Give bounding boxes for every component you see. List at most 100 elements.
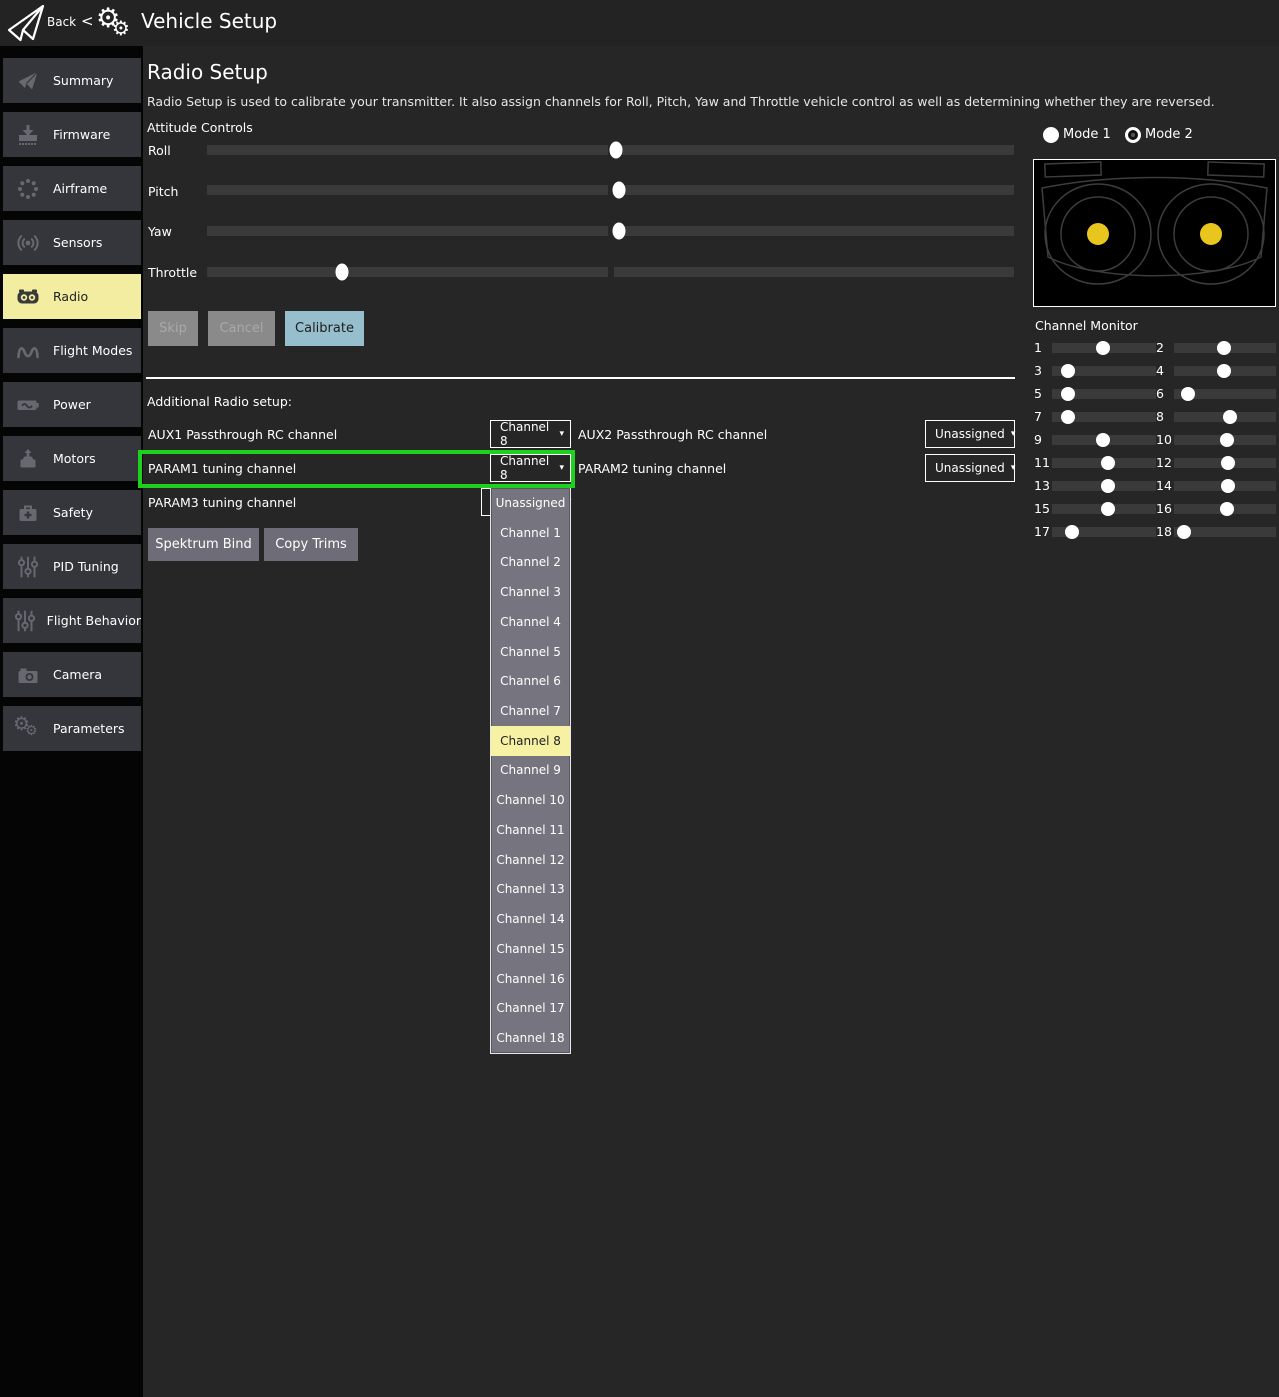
channel-monitor-row: 1 bbox=[1034, 336, 1156, 359]
aux1-channel-label: AUX1 Passthrough RC channel bbox=[148, 421, 337, 448]
channel-monitor-title: Channel Monitor bbox=[1035, 318, 1138, 333]
channel-value-dot bbox=[1220, 502, 1234, 516]
channel-value-dot bbox=[1221, 456, 1235, 470]
paper-plane-icon bbox=[11, 67, 45, 95]
spektrum-bind-button[interactable]: Spektrum Bind bbox=[148, 528, 259, 561]
mode1-label: Mode 1 bbox=[1063, 127, 1111, 142]
sidebar-item-motors[interactable]: Motors bbox=[3, 436, 141, 481]
channel-monitor-row: 10 bbox=[1156, 428, 1276, 451]
dropdown-option[interactable]: Channel 6 bbox=[491, 666, 570, 696]
attitude-controls-label: Attitude Controls bbox=[147, 120, 253, 135]
dropdown-option-selected[interactable]: Channel 8 bbox=[491, 726, 570, 756]
roll-slider[interactable] bbox=[207, 145, 1014, 155]
airframe-dots-icon bbox=[11, 175, 45, 203]
back-button[interactable]: Back bbox=[47, 15, 76, 29]
param2-channel-label: PARAM2 tuning channel bbox=[578, 455, 726, 482]
dropdown-option[interactable]: Channel 15 bbox=[491, 934, 570, 964]
calibrate-button[interactable]: Calibrate bbox=[285, 311, 364, 346]
channel-value-dot bbox=[1101, 502, 1115, 516]
dropdown-option[interactable]: Channel 16 bbox=[491, 964, 570, 994]
roll-slider-handle[interactable] bbox=[610, 142, 623, 159]
sensors-signal-icon bbox=[11, 229, 45, 257]
dropdown-option[interactable]: Unassigned bbox=[491, 488, 570, 518]
channel-value-dot bbox=[1223, 410, 1237, 424]
mode1-radio-button[interactable] bbox=[1043, 127, 1059, 143]
dropdown-option[interactable]: Channel 13 bbox=[491, 875, 570, 905]
aux1-channel-dropdown[interactable]: Channel 8 ▾ bbox=[490, 420, 571, 448]
param3-channel-label: PARAM3 tuning channel bbox=[148, 489, 296, 516]
left-stick-position-dot bbox=[1087, 223, 1109, 245]
camera-icon bbox=[11, 661, 45, 689]
throttle-slider-handle[interactable] bbox=[335, 264, 348, 281]
channel-value-dot bbox=[1101, 479, 1115, 493]
param2-channel-dropdown[interactable]: Unassigned ▾ bbox=[925, 454, 1015, 482]
sidebar-item-safety[interactable]: Safety bbox=[3, 490, 141, 535]
sidebar-item-camera[interactable]: Camera bbox=[3, 652, 141, 697]
chevron-down-icon: ▾ bbox=[559, 463, 564, 473]
channel-monitor-row: 7 bbox=[1034, 405, 1156, 428]
pitch-slider-handle[interactable] bbox=[612, 182, 625, 199]
channel-monitor-row: 16 bbox=[1156, 497, 1276, 520]
channel-value-dot bbox=[1217, 341, 1231, 355]
dropdown-option[interactable]: Channel 18 bbox=[491, 1023, 570, 1053]
channel-monitor-row: 11 bbox=[1034, 451, 1156, 474]
dropdown-option[interactable]: Channel 2 bbox=[491, 547, 570, 577]
skip-button[interactable]: Skip bbox=[148, 311, 198, 346]
channel-monitor-row: 15 bbox=[1034, 497, 1156, 520]
dropdown-option[interactable]: Channel 9 bbox=[491, 756, 570, 786]
dropdown-option[interactable]: Channel 11 bbox=[491, 815, 570, 845]
param1-channel-dropdown[interactable]: Channel 8 ▾ bbox=[490, 454, 571, 482]
sidebar-item-summary[interactable]: Summary bbox=[3, 58, 141, 103]
dropdown-option[interactable]: Channel 7 bbox=[491, 696, 570, 726]
param1-channel-label: PARAM1 tuning channel bbox=[148, 455, 296, 482]
aux2-channel-dropdown[interactable]: Unassigned ▾ bbox=[925, 420, 1015, 448]
dropdown-option[interactable]: Channel 10 bbox=[491, 785, 570, 815]
yaw-slider[interactable] bbox=[207, 226, 1014, 236]
channel-monitor-row: 5 bbox=[1034, 382, 1156, 405]
channel-value-dot bbox=[1065, 525, 1079, 539]
channel-monitor-row: 8 bbox=[1156, 405, 1276, 428]
dropdown-option[interactable]: Channel 4 bbox=[491, 607, 570, 637]
pitch-slider[interactable] bbox=[207, 185, 1014, 195]
pitch-label: Pitch bbox=[148, 184, 178, 199]
section-description: Radio Setup is used to calibrate your tr… bbox=[147, 94, 1215, 109]
chevron-down-icon: ▾ bbox=[1011, 463, 1016, 473]
copy-trims-button[interactable]: Copy Trims bbox=[264, 528, 358, 561]
dropdown-option[interactable]: Channel 12 bbox=[491, 845, 570, 875]
sliders-icon bbox=[11, 607, 39, 635]
breadcrumb-separator: < bbox=[81, 12, 94, 30]
channel-monitor-row: 6 bbox=[1156, 382, 1276, 405]
roll-label: Roll bbox=[148, 143, 171, 158]
dropdown-option[interactable]: Channel 14 bbox=[491, 904, 570, 934]
sidebar-item-flight-behavior[interactable]: Flight Behavior bbox=[3, 598, 141, 643]
section-title: Radio Setup bbox=[147, 60, 268, 84]
sidebar-item-airframe[interactable]: Airframe bbox=[3, 166, 141, 211]
first-aid-icon bbox=[11, 499, 45, 527]
sidebar-item-radio[interactable]: Radio bbox=[3, 274, 141, 319]
flight-modes-wave-icon bbox=[11, 337, 45, 365]
sidebar-item-pid-tuning[interactable]: PID Tuning bbox=[3, 544, 141, 589]
yaw-slider-handle[interactable] bbox=[613, 223, 626, 240]
dropdown-option[interactable]: Channel 3 bbox=[491, 577, 570, 607]
cancel-button[interactable]: Cancel bbox=[208, 311, 275, 346]
channel-monitor-row: 13 bbox=[1034, 474, 1156, 497]
sliders-icon bbox=[11, 553, 45, 581]
sidebar-item-sensors[interactable]: Sensors bbox=[3, 220, 141, 265]
page-title: Vehicle Setup bbox=[141, 9, 277, 33]
dropdown-option[interactable]: Channel 1 bbox=[491, 518, 570, 548]
top-bar: Back < ⚙⚙ Vehicle Setup bbox=[0, 0, 1279, 46]
sidebar-item-firmware[interactable]: Firmware bbox=[3, 112, 141, 157]
chevron-down-icon: ▾ bbox=[1011, 429, 1016, 439]
channel-monitor-row: 14 bbox=[1156, 474, 1276, 497]
throttle-label: Throttle bbox=[148, 265, 197, 280]
mode2-radio-button-selected[interactable] bbox=[1125, 127, 1141, 143]
app-logo-paper-plane-icon[interactable] bbox=[6, 3, 46, 45]
dropdown-option[interactable]: Channel 5 bbox=[491, 637, 570, 667]
sidebar-item-power[interactable]: Power bbox=[3, 382, 141, 427]
channel-value-dot bbox=[1061, 387, 1075, 401]
channel-value-dot bbox=[1101, 456, 1115, 470]
sidebar-item-parameters[interactable]: ⚙⚙ Parameters bbox=[3, 706, 141, 751]
throttle-slider[interactable] bbox=[207, 267, 1014, 277]
sidebar-item-flight-modes[interactable]: Flight Modes bbox=[3, 328, 141, 373]
dropdown-option[interactable]: Channel 17 bbox=[491, 993, 570, 1023]
